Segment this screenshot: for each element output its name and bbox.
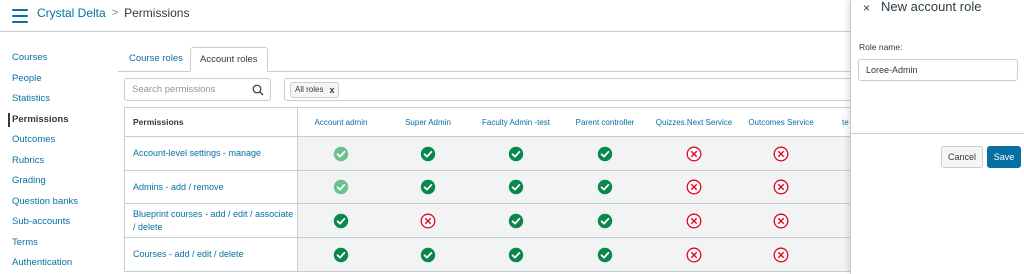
enabled-check-icon[interactable] xyxy=(508,213,524,229)
column-header-super-admin[interactable]: Super Admin xyxy=(378,108,478,137)
enabled-check-icon[interactable] xyxy=(508,146,524,162)
breadcrumb: Crystal Delta > Permissions xyxy=(37,6,189,20)
disabled-x-icon[interactable] xyxy=(686,146,702,162)
search-input[interactable] xyxy=(125,79,245,100)
enabled-check-icon[interactable] xyxy=(597,179,613,195)
role-tabs: Course roles Account roles xyxy=(118,47,850,72)
disabled-x-icon[interactable] xyxy=(773,146,789,162)
column-header-outcomes-service[interactable]: Outcomes Service xyxy=(731,108,831,137)
new-role-tray: × New account role Role name: Cancel Sav… xyxy=(850,0,1024,274)
table-row: Courses - add / edit / delete xyxy=(124,238,850,272)
disabled-x-icon[interactable] xyxy=(686,179,702,195)
tab-account-roles[interactable]: Account roles xyxy=(190,47,268,72)
sidebar-item-question-banks[interactable]: Question banks xyxy=(0,192,110,213)
save-button[interactable]: Save xyxy=(987,146,1021,168)
disabled-x-icon[interactable] xyxy=(773,179,789,195)
sidebar-item-rubrics[interactable]: Rubrics xyxy=(0,151,110,172)
permissions-column-header: Permissions xyxy=(124,108,298,137)
column-header-faculty-admin-test[interactable]: Faculty Admin -test xyxy=(466,108,566,137)
enabled-check-icon[interactable] xyxy=(597,213,613,229)
sidebar-item-terms[interactable]: Terms xyxy=(0,233,110,254)
column-header-te[interactable]: te xyxy=(842,108,849,137)
permissions-table: Permissions Account admin Super Admin Facu… xyxy=(124,107,850,272)
table-row: Admins - add / remove xyxy=(124,171,850,204)
breadcrumb-account[interactable]: Crystal Delta xyxy=(37,6,106,20)
enabled-check-icon[interactable] xyxy=(597,146,613,162)
enabled-check-icon[interactable] xyxy=(508,247,524,263)
search-icon[interactable] xyxy=(252,84,264,96)
role-chip-label: All roles xyxy=(295,85,324,94)
tray-title: New account role xyxy=(881,0,982,14)
account-nav: Courses People Statistics Permissions Outcom… xyxy=(0,48,110,274)
enabled-check-icon[interactable] xyxy=(333,247,349,263)
sidebar-item-people[interactable]: People xyxy=(0,69,110,90)
close-icon[interactable]: × xyxy=(863,1,870,15)
permission-name-link[interactable]: Courses - add / edit / delete xyxy=(124,238,298,271)
divider xyxy=(851,133,1024,134)
role-name-input[interactable] xyxy=(858,59,1018,81)
breadcrumb-separator: > xyxy=(111,7,119,19)
table-row: Account-level settings - manage xyxy=(124,137,850,171)
disabled-x-icon[interactable] xyxy=(773,213,789,229)
sidebar-item-grading[interactable]: Grading xyxy=(0,171,110,192)
locked-enabled-check-icon[interactable] xyxy=(333,179,349,195)
hamburger-menu-icon[interactable] xyxy=(12,9,28,23)
top-header: Crystal Delta > Permissions xyxy=(0,0,850,32)
disabled-x-icon[interactable] xyxy=(686,247,702,263)
sidebar-item-sub-accounts[interactable]: Sub-accounts xyxy=(0,212,110,233)
enabled-check-icon[interactable] xyxy=(508,179,524,195)
column-header-parent-controller[interactable]: Parent controller xyxy=(555,108,655,137)
role-chip[interactable]: All roles x xyxy=(290,82,340,98)
disabled-x-icon[interactable] xyxy=(420,213,436,229)
disabled-x-icon[interactable] xyxy=(686,213,702,229)
tab-course-roles[interactable]: Course roles xyxy=(120,47,192,72)
enabled-check-icon[interactable] xyxy=(597,247,613,263)
sidebar-item-permissions[interactable]: Permissions xyxy=(0,110,110,131)
sidebar-item-authentication[interactable]: Authentication xyxy=(0,253,110,274)
enabled-check-icon[interactable] xyxy=(420,179,436,195)
permission-name-link[interactable]: Blueprint courses - add / edit / associa… xyxy=(124,204,298,237)
enabled-check-icon[interactable] xyxy=(333,213,349,229)
breadcrumb-current: Permissions xyxy=(124,6,190,20)
column-header-quizzes-next-service[interactable]: Quizzes.Next Service xyxy=(644,108,744,137)
cancel-button[interactable]: Cancel xyxy=(941,146,983,168)
enabled-check-icon[interactable] xyxy=(420,146,436,162)
sidebar-item-courses[interactable]: Courses xyxy=(0,48,110,69)
sidebar-item-outcomes[interactable]: Outcomes xyxy=(0,130,110,151)
disabled-x-icon[interactable] xyxy=(773,247,789,263)
role-name-label: Role name: xyxy=(859,42,903,52)
search-box xyxy=(124,78,271,101)
role-filter[interactable]: All roles x xyxy=(284,78,854,101)
permission-name-link[interactable]: Account-level settings - manage xyxy=(124,137,298,170)
remove-chip-icon[interactable]: x xyxy=(329,83,334,97)
table-header: Permissions Account admin Super Admin Facu… xyxy=(124,107,850,137)
locked-enabled-check-icon[interactable] xyxy=(333,146,349,162)
sidebar-item-statistics[interactable]: Statistics xyxy=(0,89,110,110)
table-row: Blueprint courses - add / edit / associa… xyxy=(124,204,850,238)
enabled-check-icon[interactable] xyxy=(420,247,436,263)
column-header-account-admin[interactable]: Account admin xyxy=(291,108,391,137)
permission-name-link[interactable]: Admins - add / remove xyxy=(124,171,298,203)
